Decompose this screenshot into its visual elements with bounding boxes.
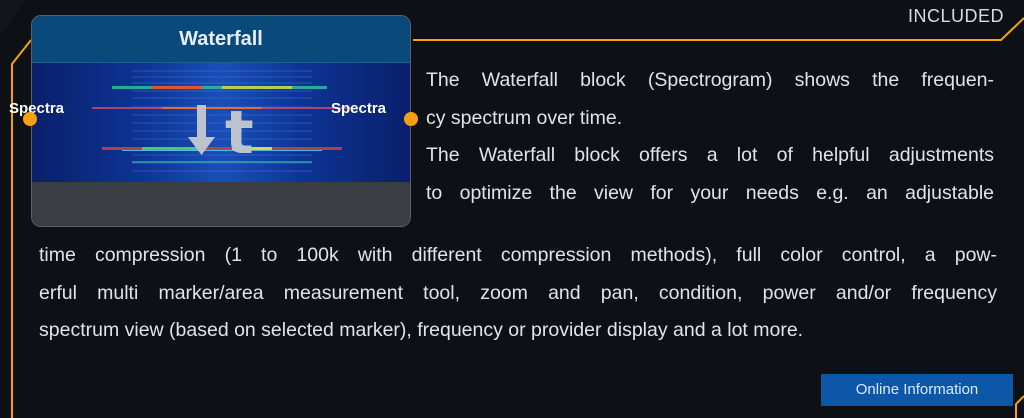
block-title: Waterfall bbox=[32, 16, 410, 63]
desc-line-7: spectrum view (based on selected marker)… bbox=[39, 319, 804, 341]
input-port-label: Spectra bbox=[9, 100, 65, 117]
waterfall-preview: t bbox=[32, 63, 410, 182]
output-port[interactable] bbox=[404, 112, 418, 126]
input-port[interactable] bbox=[23, 112, 37, 126]
block-footer bbox=[32, 182, 410, 226]
description-top: The Waterfall block (Spectrogram) shows … bbox=[426, 62, 994, 212]
desc-line-5: time compression (1 to 100k with differe… bbox=[39, 244, 997, 266]
output-port-label: Spectra bbox=[331, 100, 387, 117]
desc-line-4: to optimize the view for your needs e.g.… bbox=[426, 181, 994, 204]
online-information-button[interactable]: Online Information bbox=[821, 374, 1013, 406]
spectrogram-image: t bbox=[32, 63, 410, 182]
time-label: t bbox=[225, 98, 254, 168]
waterfall-block[interactable]: Waterfall t bbox=[31, 15, 411, 227]
desc-line-1: The Waterfall block (Spectrogram) shows … bbox=[426, 69, 994, 91]
desc-line-6: erful multi marker/area measurement tool… bbox=[39, 281, 997, 304]
desc-line-2: cy spectrum over time. bbox=[426, 106, 623, 129]
desc-line-3: The Waterfall block offers a lot of help… bbox=[426, 144, 994, 166]
included-badge: INCLUDED bbox=[907, 6, 1004, 26]
description-bottom: time compression (1 to 100k with differe… bbox=[39, 237, 997, 350]
